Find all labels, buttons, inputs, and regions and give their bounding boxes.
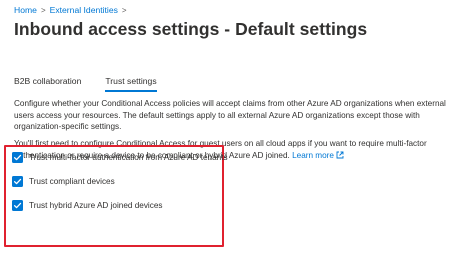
- checkbox-label: Trust hybrid Azure AD joined devices: [29, 201, 163, 210]
- page-title: Inbound access settings - Default settin…: [14, 19, 368, 39]
- learn-more-label: Learn more: [292, 150, 334, 160]
- checkbox-trust-compliant-devices[interactable]: Trust compliant devices: [12, 176, 115, 187]
- checkmark-icon[interactable]: [12, 200, 23, 211]
- checkmark-icon[interactable]: [12, 176, 23, 187]
- checkbox-trust-hybrid-joined-devices[interactable]: Trust hybrid Azure AD joined devices: [12, 200, 163, 211]
- breadcrumb-home-link[interactable]: Home: [14, 5, 37, 15]
- checkbox-label: Trust multi-factor authentication from A…: [29, 153, 228, 162]
- checkbox-trust-mfa[interactable]: Trust multi-factor authentication from A…: [12, 152, 228, 163]
- chevron-right-icon: >: [121, 5, 127, 15]
- checkmark-icon[interactable]: [12, 152, 23, 163]
- chevron-right-icon: >: [40, 5, 46, 15]
- tab-b2b-collaboration[interactable]: B2B collaboration: [14, 76, 81, 92]
- learn-more-link[interactable]: Learn more: [292, 151, 344, 160]
- breadcrumb: Home > External Identities >: [14, 5, 127, 15]
- breadcrumb-external-identities-link[interactable]: External Identities: [50, 5, 118, 15]
- external-link-icon: [336, 151, 344, 163]
- checkbox-label: Trust compliant devices: [29, 177, 115, 186]
- description-paragraph: Configure whether your Conditional Acces…: [14, 99, 446, 132]
- tab-list: B2B collaboration Trust settings: [14, 76, 181, 92]
- tab-trust-settings[interactable]: Trust settings: [105, 76, 157, 92]
